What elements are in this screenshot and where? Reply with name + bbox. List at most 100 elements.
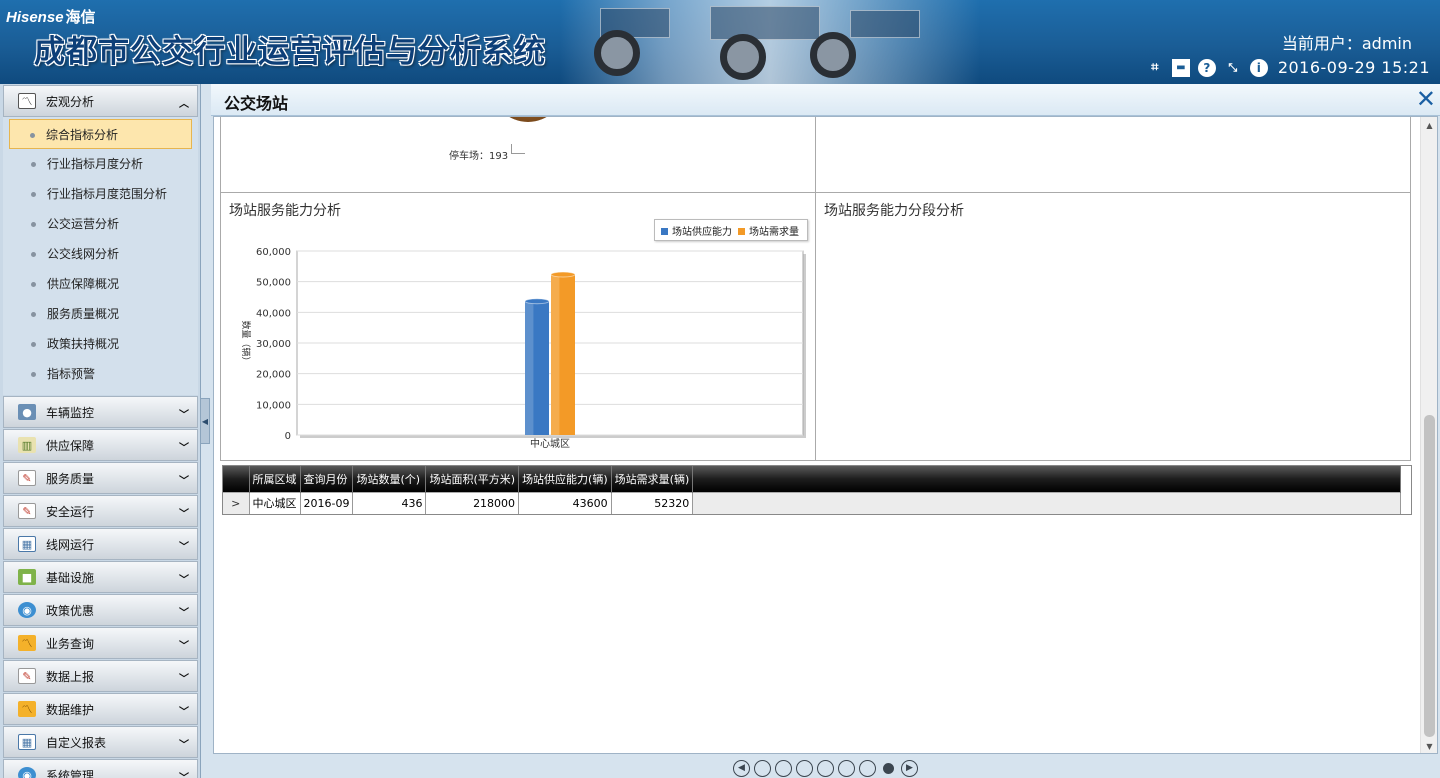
pager-dot[interactable] <box>859 759 876 777</box>
sidebar-group-custom-report[interactable]: ▦ 自定义报表 ﹀ <box>3 726 198 758</box>
sidebar-collapse-toggle[interactable]: ◀ <box>201 398 210 444</box>
pager-dot[interactable] <box>796 759 813 777</box>
edit-icon: ✎ <box>18 470 36 486</box>
pager-next-icon[interactable]: ▶ <box>901 759 918 777</box>
bar-top <box>524 298 550 305</box>
resize-icon[interactable]: ⤡ <box>1224 59 1242 77</box>
bar-chart: 60,000 50,000 40,000 30,000 20,000 10,000 0 数量（… <box>240 247 806 450</box>
sidebar-group-maintenance[interactable]: 〽 数据维护 ﹀ <box>3 693 198 725</box>
close-icon[interactable]: ✕ <box>1416 86 1436 112</box>
trend-icon: 〽 <box>18 701 36 717</box>
cell-station-count: 436 <box>352 491 427 514</box>
app-header: Hisense 海信 成都市公交行业运营评估与分析系统 当前用户：admin ⌗ … <box>0 0 1440 84</box>
chevron-down-icon: ﹀ <box>179 542 189 553</box>
col-header-station-count[interactable]: 场站数量(个) <box>352 466 427 492</box>
help-icon[interactable]: ? <box>1197 58 1216 77</box>
sidebar-item-supply[interactable]: 供应保障概况 <box>3 269 198 299</box>
pager-dot[interactable] <box>775 759 792 777</box>
calendar-icon: ▦ <box>18 536 36 552</box>
pager-dot[interactable] <box>817 759 834 777</box>
system-title: 成都市公交行业运营评估与分析系统 <box>34 34 546 70</box>
sidebar-group-policy[interactable]: ◉ 政策优惠 ﹀ <box>3 594 198 626</box>
scroll-up-arrow[interactable]: ▲ <box>1421 117 1437 134</box>
globe-icon: ◉ <box>18 767 36 778</box>
scroll-down-arrow[interactable]: ▼ <box>1421 738 1437 753</box>
sidebar-item-network[interactable]: 公交线网分析 <box>3 239 198 269</box>
y-tick-label: 50,000 <box>256 278 291 289</box>
bar-top <box>550 271 576 278</box>
cell-demand: 52320 <box>611 491 694 514</box>
tab-title: 公交场站 <box>224 94 289 113</box>
sidebar-group-macro[interactable]: 〽 宏观分析 ︿ <box>3 85 198 117</box>
sidebar-group-safety[interactable]: ✎ 安全运行 ﹀ <box>3 495 198 527</box>
sidebar-item-policy[interactable]: 政策扶持概况 <box>3 329 198 359</box>
scroll-thumb[interactable] <box>1424 415 1435 737</box>
pager-prev-icon[interactable]: ◀ <box>733 759 750 777</box>
sidebar-item-monthly[interactable]: 行业指标月度分析 <box>3 149 198 179</box>
bar-chart-icon: ▥ <box>18 437 36 453</box>
table-row[interactable]: > 中心城区 2016-09 436 218000 43600 52320 <box>223 491 1402 514</box>
y-tick-label: 20,000 <box>256 370 291 381</box>
chevron-down-icon: ﹀ <box>179 769 189 778</box>
sidebar-item-monthly-range[interactable]: 行业指标月度范围分析 <box>3 179 198 209</box>
edit-icon: ✎ <box>18 503 36 519</box>
chevron-down-icon: ﹀ <box>179 575 189 586</box>
pie-label-parking: 停车场：193 <box>449 151 509 162</box>
chevron-down-icon: ﹀ <box>179 707 189 718</box>
edit-icon: ✎ <box>18 668 36 684</box>
bar-highlight <box>525 301 534 435</box>
vertical-scrollbar[interactable]: ▲ ▼ <box>1420 117 1437 753</box>
segment-panel-title: 场站服务能力分段分析 <box>824 203 964 219</box>
window-icon[interactable]: ▬ <box>1171 58 1190 77</box>
pager-dot[interactable] <box>754 759 771 777</box>
tab-header: 公交场站 ✕ <box>211 84 1440 116</box>
calendar-icon: ▦ <box>18 734 36 750</box>
sidebar-submenu: 综合指标分析 行业指标月度分析 行业指标月度范围分析 公交运营分析 公交线网分析… <box>3 117 198 395</box>
sidebar-group-service[interactable]: ✎ 服务质量 ﹀ <box>3 462 198 494</box>
datetime-display: 2016-09-29 15:21 <box>1277 58 1430 77</box>
grid-header-fill <box>692 466 1402 492</box>
sidebar-group-supply[interactable]: ▥ 供应保障 ﹀ <box>3 429 198 461</box>
current-user: 当前用户：admin <box>1281 34 1412 53</box>
pie-leader-line <box>511 144 525 154</box>
grid-corner <box>223 466 250 492</box>
sidebar-item-operation[interactable]: 公交运营分析 <box>3 209 198 239</box>
sidebar-item-service[interactable]: 服务质量概况 <box>3 299 198 329</box>
top-right-panel <box>815 117 1411 193</box>
crop-icon[interactable]: ⌗ <box>1146 59 1164 77</box>
cell-supply: 43600 <box>518 491 612 514</box>
sidebar-group-network[interactable]: ▦ 线网运行 ﹀ <box>3 528 198 560</box>
sidebar-group-vehicle[interactable]: ● 车辆监控 ﹀ <box>3 396 198 428</box>
pager-dot[interactable] <box>838 759 855 777</box>
pager-dot-active[interactable] <box>883 762 894 774</box>
col-header-station-area[interactable]: 场站面积(平方米) <box>425 466 520 492</box>
info-icon[interactable]: i <box>1249 58 1268 77</box>
carousel-pager: ◀ ▶ <box>211 758 1440 778</box>
chevron-down-icon: ﹀ <box>179 674 189 685</box>
cell-month: 2016-09 <box>300 491 354 514</box>
content-panel: 停车场：193 场站服务能力分析 场站供应能力 场站需求量 60,000 50,0… <box>213 116 1438 754</box>
col-header-month[interactable]: 查询月份 <box>300 466 354 492</box>
col-header-supply[interactable]: 场站供应能力(辆) <box>518 466 612 492</box>
y-tick-label: 0 <box>285 431 291 442</box>
data-grid: 所属区域 查询月份 场站数量(个) 场站面积(平方米) 场站供应能力(辆) 场站… <box>222 465 1412 515</box>
sidebar-item-composite[interactable]: 综合指标分析 <box>9 119 192 149</box>
chevron-up-icon: ︿ <box>179 99 189 110</box>
sidebar-group-system[interactable]: ◉ 系统管理 ﹀ <box>3 759 198 778</box>
hisense-logo: Hisense 海信 <box>6 9 96 26</box>
grid-row-fill <box>692 491 1402 514</box>
col-header-region[interactable]: 所属区域 <box>249 466 301 492</box>
y-tick-label: 30,000 <box>256 339 291 350</box>
y-tick-label: 40,000 <box>256 308 291 319</box>
grid-header-row: 所属区域 查询月份 场站数量(个) 场站面积(平方米) 场站供应能力(辆) 场站… <box>223 466 1402 492</box>
sidebar-item-warning[interactable]: 指标预警 <box>3 359 198 389</box>
sidebar-group-report[interactable]: ✎ 数据上报 ﹀ <box>3 660 198 692</box>
row-selector[interactable]: > <box>223 491 250 514</box>
chevron-down-icon: ﹀ <box>179 608 189 619</box>
y-tick-label: 10,000 <box>256 400 291 411</box>
sidebar-group-infrastructure[interactable]: ■ 基础设施 ﹀ <box>3 561 198 593</box>
chevron-down-icon: ﹀ <box>179 443 189 454</box>
col-header-demand[interactable]: 场站需求量(辆) <box>611 466 694 492</box>
cell-station-area: 218000 <box>425 491 520 514</box>
sidebar-group-query[interactable]: 〽 业务查询 ﹀ <box>3 627 198 659</box>
